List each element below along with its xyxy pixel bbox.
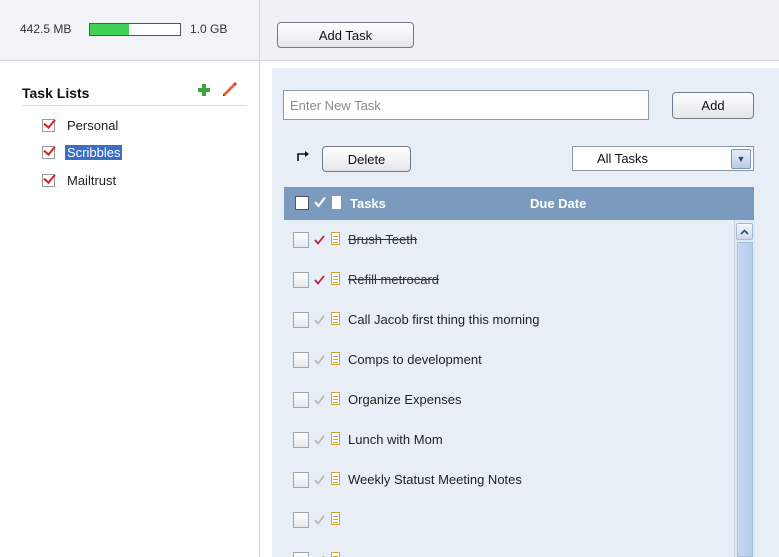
task-checkbox[interactable] xyxy=(293,432,309,448)
task-row[interactable]: Weekly Statust Meeting Notes xyxy=(284,460,734,500)
tasks-column-header[interactable]: Tasks xyxy=(350,196,386,211)
task-text[interactable]: Weekly Statust Meeting Notes xyxy=(348,472,522,487)
check-icon[interactable] xyxy=(314,315,325,325)
filter-value: All Tasks xyxy=(597,151,649,166)
check-icon[interactable] xyxy=(314,395,325,405)
task-list-label: Scribbles xyxy=(65,144,123,160)
add-button[interactable]: Add xyxy=(672,92,754,119)
new-task-input[interactable] xyxy=(283,90,649,120)
task-table-header: Tasks Due Date xyxy=(284,187,754,220)
scroll-up-button[interactable] xyxy=(736,223,753,240)
task-checkbox[interactable] xyxy=(293,392,309,408)
task-list-item[interactable]: Scribbles xyxy=(42,142,123,162)
storage-meter xyxy=(89,23,181,36)
task-row[interactable] xyxy=(284,500,734,540)
arrow-icon xyxy=(297,151,309,161)
task-text[interactable]: Brush Teeth xyxy=(348,232,417,247)
top-toolbar: Add Task xyxy=(260,0,779,61)
storage-bar: 442.5 MB 1.0 GB xyxy=(0,0,259,61)
task-checkbox[interactable] xyxy=(293,552,309,557)
due-date-column-header[interactable]: Due Date xyxy=(530,196,586,211)
task-text[interactable]: Lunch with Mom xyxy=(348,432,443,447)
task-checkbox[interactable] xyxy=(293,272,309,288)
storage-total: 1.0 GB xyxy=(190,22,228,36)
task-checkbox[interactable] xyxy=(293,352,309,368)
note-icon[interactable] xyxy=(331,552,340,557)
checkbox-checked-icon[interactable] xyxy=(42,173,55,187)
task-list-label: Mailtrust xyxy=(67,172,117,188)
check-icon xyxy=(314,196,326,208)
note-icon[interactable] xyxy=(331,472,340,485)
task-checkbox[interactable] xyxy=(293,472,309,488)
task-checkbox[interactable] xyxy=(293,232,309,248)
note-icon[interactable] xyxy=(331,512,340,525)
chevron-up-icon xyxy=(740,228,749,235)
task-checkbox[interactable] xyxy=(293,512,309,528)
note-icon[interactable] xyxy=(331,232,340,245)
check-icon[interactable] xyxy=(314,275,325,285)
chevron-down-icon[interactable]: ▼ xyxy=(731,148,751,169)
panel-divider xyxy=(259,0,260,557)
task-scrollbar[interactable] xyxy=(734,220,755,557)
task-row[interactable]: Refill metrocard xyxy=(284,260,734,300)
task-text[interactable]: Organize Expenses xyxy=(348,392,461,407)
task-filter-select[interactable]: All Tasks ▼ xyxy=(572,146,754,171)
check-icon[interactable] xyxy=(314,235,325,245)
task-row[interactable]: Lunch with Mom xyxy=(284,420,734,460)
delete-button[interactable]: Delete xyxy=(322,146,411,172)
check-icon[interactable] xyxy=(314,435,325,445)
task-row[interactable]: Brush Teeth xyxy=(284,220,734,260)
pencil-icon[interactable] xyxy=(222,81,238,97)
note-icon[interactable] xyxy=(331,272,340,285)
check-icon[interactable] xyxy=(314,355,325,365)
task-text[interactable]: Refill metrocard xyxy=(348,272,439,287)
check-icon[interactable] xyxy=(314,475,325,485)
task-text[interactable]: Comps to development xyxy=(348,352,482,367)
task-rows: Brush Teeth Refill metrocard Call Jacob fi… xyxy=(284,220,734,557)
note-icon xyxy=(332,196,341,209)
task-lists-title: Task Lists xyxy=(22,85,247,106)
task-list-item[interactable]: Personal xyxy=(42,115,120,135)
scroll-thumb[interactable] xyxy=(737,242,753,557)
check-icon[interactable] xyxy=(314,515,325,525)
task-row[interactable]: Call Jacob first thing this morning xyxy=(284,300,734,340)
task-lists-panel: Task Lists Personal Scribbles Mailtrust xyxy=(0,61,259,557)
storage-used: 442.5 MB xyxy=(20,22,72,36)
task-row[interactable]: Organize Expenses xyxy=(284,380,734,420)
select-all-checkbox[interactable] xyxy=(295,196,309,210)
note-icon[interactable] xyxy=(331,312,340,325)
task-row[interactable] xyxy=(284,540,734,557)
task-checkbox[interactable] xyxy=(293,312,309,328)
task-list-label: Personal xyxy=(67,117,119,133)
task-row[interactable]: Comps to development xyxy=(284,340,734,380)
task-panel: Add Delete All Tasks ▼ Tasks Due Date Br… xyxy=(272,68,779,557)
note-icon[interactable] xyxy=(331,392,340,405)
checkbox-checked-icon[interactable] xyxy=(42,118,55,132)
add-task-button[interactable]: Add Task xyxy=(277,22,414,48)
checkbox-checked-icon[interactable] xyxy=(42,145,55,159)
task-list-item[interactable]: Mailtrust xyxy=(42,170,118,190)
note-icon[interactable] xyxy=(331,432,340,445)
note-icon[interactable] xyxy=(331,352,340,365)
task-text[interactable]: Call Jacob first thing this morning xyxy=(348,312,539,327)
plus-icon[interactable] xyxy=(197,83,211,97)
storage-meter-fill xyxy=(90,24,129,35)
